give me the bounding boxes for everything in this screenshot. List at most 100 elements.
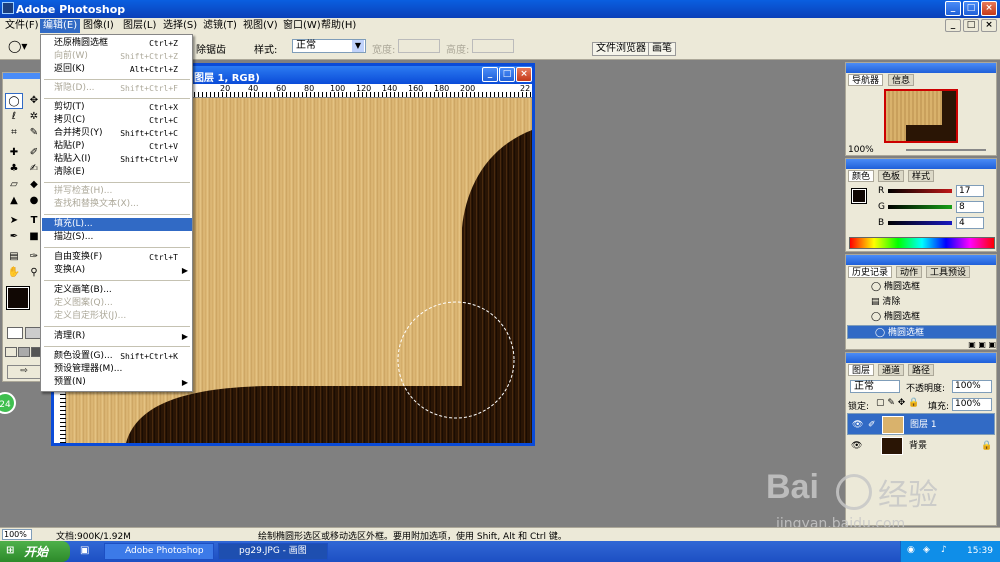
doc-window-maximize-button[interactable]: □	[499, 67, 515, 82]
menu-file[interactable]: 文件(F)	[2, 19, 42, 33]
taskbar-item-paint[interactable]: pg29.JPG - 画图	[218, 543, 328, 560]
pen-tool-icon[interactable]: ✒	[5, 229, 23, 245]
channel-r-slider[interactable]	[888, 189, 952, 193]
navigator-thumbnail[interactable]	[884, 89, 958, 143]
opacity-field[interactable]: 100%	[952, 380, 992, 393]
tab-swatches[interactable]: 色板	[878, 170, 905, 182]
menu-edit[interactable]: 编辑(E)	[40, 19, 81, 33]
menu-item-transform[interactable]: 变换(A) ▶	[42, 264, 192, 277]
menu-item-define-brush[interactable]: 定义画笔(B)...	[42, 284, 192, 297]
menu-image[interactable]: 图像(I)	[80, 19, 117, 33]
brushes-tab[interactable]: 画笔	[648, 42, 676, 56]
path-select-icon[interactable]: ➤	[5, 213, 23, 229]
menu-item-paste-into[interactable]: 粘贴入(I) Shift+Ctrl+V	[42, 153, 192, 166]
menu-item-fade[interactable]: 渐隐(D)... Shift+Ctrl+F	[42, 82, 192, 95]
menu-item-step-forward[interactable]: 向前(W) Shift+Ctrl+Z	[42, 50, 192, 63]
menu-item-copy-merged[interactable]: 合并拷贝(Y) Shift+Ctrl+C	[42, 127, 192, 140]
menu-select[interactable]: 选择(S)	[160, 19, 200, 33]
channel-r-value[interactable]: 17	[956, 185, 984, 197]
zoom-slider[interactable]	[906, 149, 986, 151]
close-button[interactable]: ×	[981, 1, 997, 16]
imageready-jump-icon[interactable]: ⇨	[7, 365, 41, 379]
tab-styles[interactable]: 样式	[908, 170, 935, 182]
menu-item-clear[interactable]: 清除(E)	[42, 166, 192, 179]
anti-alias-label[interactable]: 除锯齿	[196, 41, 226, 56]
history-panel-buttons[interactable]: ▣ ▣ ▣	[846, 340, 996, 350]
menu-filter[interactable]: 滤镜(T)	[200, 19, 240, 33]
style-select[interactable]: 正常 ▼	[292, 39, 366, 53]
doc-close-button[interactable]: ×	[981, 19, 997, 32]
menu-help[interactable]: 帮助(H)	[318, 19, 359, 33]
tray-icon[interactable]: ◈	[923, 545, 930, 555]
blur-tool-icon[interactable]: ▲	[5, 193, 23, 209]
layer-row-layer1[interactable]: 👁 ✐ 图层 1	[847, 413, 995, 435]
tab-navigator[interactable]: 导航器	[848, 74, 884, 86]
menu-item-fill[interactable]: 填充(L)...	[42, 218, 192, 231]
doc-window-close-button[interactable]: ×	[516, 67, 532, 82]
start-button[interactable]: ⊞ 开始	[0, 541, 70, 562]
lock-icons[interactable]: ▢ ✎ ✥ 🔒	[876, 398, 919, 408]
stamp-tool-icon[interactable]: ♣	[5, 161, 23, 177]
menu-item-preset-manager[interactable]: 预设管理器(M)...	[42, 363, 192, 376]
width-field[interactable]	[398, 39, 440, 53]
menu-layer[interactable]: 图层(L)	[120, 19, 159, 33]
marquee-tool-icon[interactable]: ◯	[5, 93, 23, 109]
tab-layers[interactable]: 图层	[848, 364, 875, 376]
color-ramp[interactable]	[849, 237, 995, 249]
tab-channels[interactable]: 通道	[878, 364, 905, 376]
menu-item-check-spelling[interactable]: 拼写检查(H)...	[42, 185, 192, 198]
hand-tool-icon[interactable]: ✋	[5, 265, 23, 281]
eye-icon[interactable]: 👁	[852, 414, 863, 436]
minimize-button[interactable]: _	[945, 1, 961, 16]
file-browser-tab[interactable]: 文件浏览器	[592, 42, 650, 56]
history-item[interactable]: ▤ 清除	[847, 295, 997, 309]
doc-minimize-button[interactable]: _	[945, 19, 961, 32]
screen-mode-1-icon[interactable]	[5, 347, 17, 357]
volume-icon[interactable]: ♪	[941, 545, 947, 555]
notes-tool-icon[interactable]: ▤	[5, 249, 23, 265]
ellipse-marquee-preset-icon[interactable]: ◯▾	[8, 39, 34, 55]
menu-item-stroke[interactable]: 描边(S)...	[42, 231, 192, 244]
tab-actions[interactable]: 动作	[896, 266, 923, 278]
history-item-selected[interactable]: ◯ 椭圆选框	[847, 325, 997, 339]
channel-g-value[interactable]: 8	[956, 201, 984, 213]
tab-color[interactable]: 颜色	[848, 170, 875, 182]
foreground-color-swatch[interactable]	[6, 286, 30, 310]
menu-item-paste[interactable]: 粘贴(P) Ctrl+V	[42, 140, 192, 153]
tray-icon[interactable]: ◉	[907, 545, 915, 555]
menu-item-undo[interactable]: 还原椭圆选框 Ctrl+Z	[42, 37, 192, 50]
history-item[interactable]: ◯ 椭圆选框	[847, 310, 997, 324]
menu-item-cut[interactable]: 剪切(T) Ctrl+X	[42, 101, 192, 114]
menu-item-find-replace[interactable]: 查找和替换文本(X)...	[42, 198, 192, 211]
channel-b-slider[interactable]	[888, 221, 952, 225]
menu-item-define-custom-shape[interactable]: 定义自定形状(J)...	[42, 310, 192, 323]
menu-item-color-settings[interactable]: 颜色设置(G)... Shift+Ctrl+K	[42, 350, 192, 363]
eye-icon[interactable]: 👁	[851, 435, 862, 457]
quick-mask-icon[interactable]	[25, 327, 41, 339]
eraser-tool-icon[interactable]: ▱	[5, 177, 23, 193]
standard-mode-icon[interactable]	[7, 327, 23, 339]
layer-row-background[interactable]: 👁 背景 🔒	[847, 435, 995, 457]
lasso-tool-icon[interactable]: ℓ	[5, 109, 23, 125]
tab-info[interactable]: 信息	[888, 74, 915, 86]
taskbar-item-photoshop[interactable]: Adobe Photoshop	[104, 543, 214, 560]
height-field[interactable]	[472, 39, 514, 53]
tab-paths[interactable]: 路径	[908, 364, 935, 376]
zoom-field[interactable]: 100%	[2, 529, 32, 540]
doc-restore-button[interactable]: □	[963, 19, 979, 32]
fill-field[interactable]: 100%	[952, 398, 992, 411]
navigator-zoom[interactable]: 100%	[848, 145, 874, 155]
show-desktop-icon[interactable]: ▣	[80, 545, 89, 556]
menu-item-purge[interactable]: 清理(R) ▶	[42, 330, 192, 343]
healing-brush-icon[interactable]: ✚	[5, 145, 23, 161]
doc-window-minimize-button[interactable]: _	[482, 67, 498, 82]
channel-b-value[interactable]: 4	[956, 217, 984, 229]
crop-tool-icon[interactable]: ⌗	[5, 125, 23, 141]
blend-mode-select[interactable]: 正常	[850, 380, 900, 393]
menu-item-step-backward[interactable]: 返回(K) Alt+Ctrl+Z	[42, 63, 192, 76]
menu-item-copy[interactable]: 拷贝(C) Ctrl+C	[42, 114, 192, 127]
screen-mode-2-icon[interactable]	[18, 347, 30, 357]
tab-tool-presets[interactable]: 工具预设	[926, 266, 971, 278]
menu-item-free-transform[interactable]: 自由变换(F) Ctrl+T	[42, 251, 192, 264]
foreground-swatch[interactable]	[851, 188, 867, 204]
